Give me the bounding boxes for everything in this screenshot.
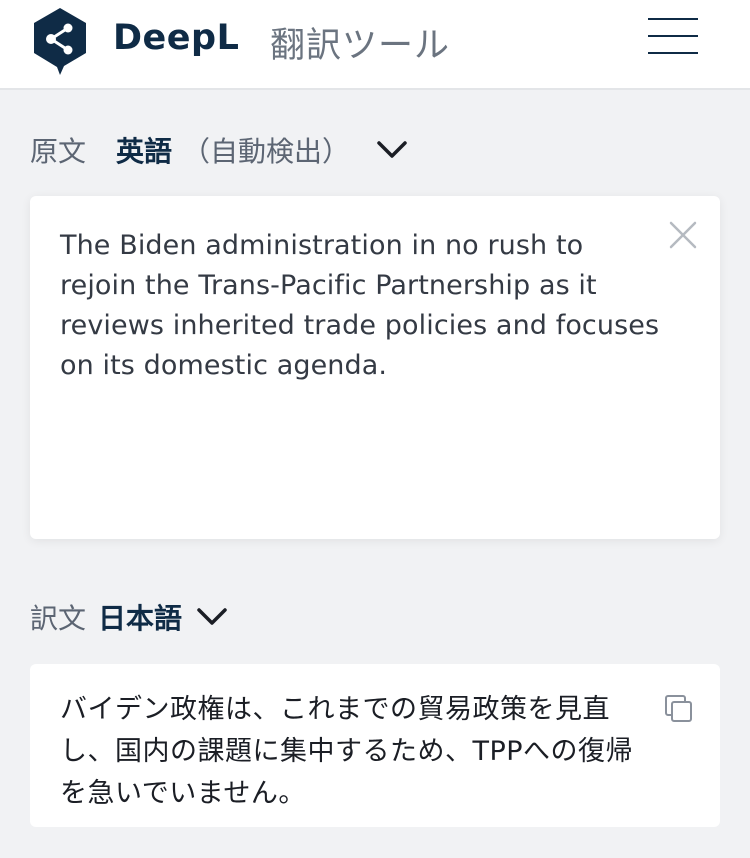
target-label: 訳文 [30,602,87,635]
source-label: 原文 [30,135,87,168]
auto-detect-label[interactable]: （自動検出） [182,130,350,170]
close-icon[interactable] [668,220,698,250]
hamburger-menu-icon[interactable] [645,16,701,56]
source-language-row: 原文 英語 （自動検出） [30,130,408,170]
copy-icon[interactable] [664,694,694,724]
page-title: 翻訳ツール [270,26,451,66]
translation-output: バイデン政権は、これまでの貿易政策を見直し、国内の課題に集中するため、TPPへの… [60,694,634,809]
chevron-down-icon[interactable] [376,140,408,160]
target-language-selector[interactable]: 日本語 [98,597,182,637]
target-text-panel: バイデン政権は、これまでの貿易政策を見直し、国内の課題に集中するため、TPPへの… [30,664,720,827]
menu-bar [648,18,698,20]
deepl-logo-icon[interactable] [30,6,90,76]
menu-bar [648,35,698,37]
source-text-input[interactable]: The Biden administration in no rush to r… [60,226,660,386]
source-text-panel: The Biden administration in no rush to r… [30,196,720,539]
chevron-down-icon[interactable] [196,607,228,627]
target-language-row: 訳文 日本語 [30,597,228,637]
brand-name: DeepL [113,18,240,58]
menu-bar [648,52,698,54]
source-language-selector[interactable]: 英語 [116,130,172,170]
app-header: DeepL 翻訳ツール [0,0,750,90]
